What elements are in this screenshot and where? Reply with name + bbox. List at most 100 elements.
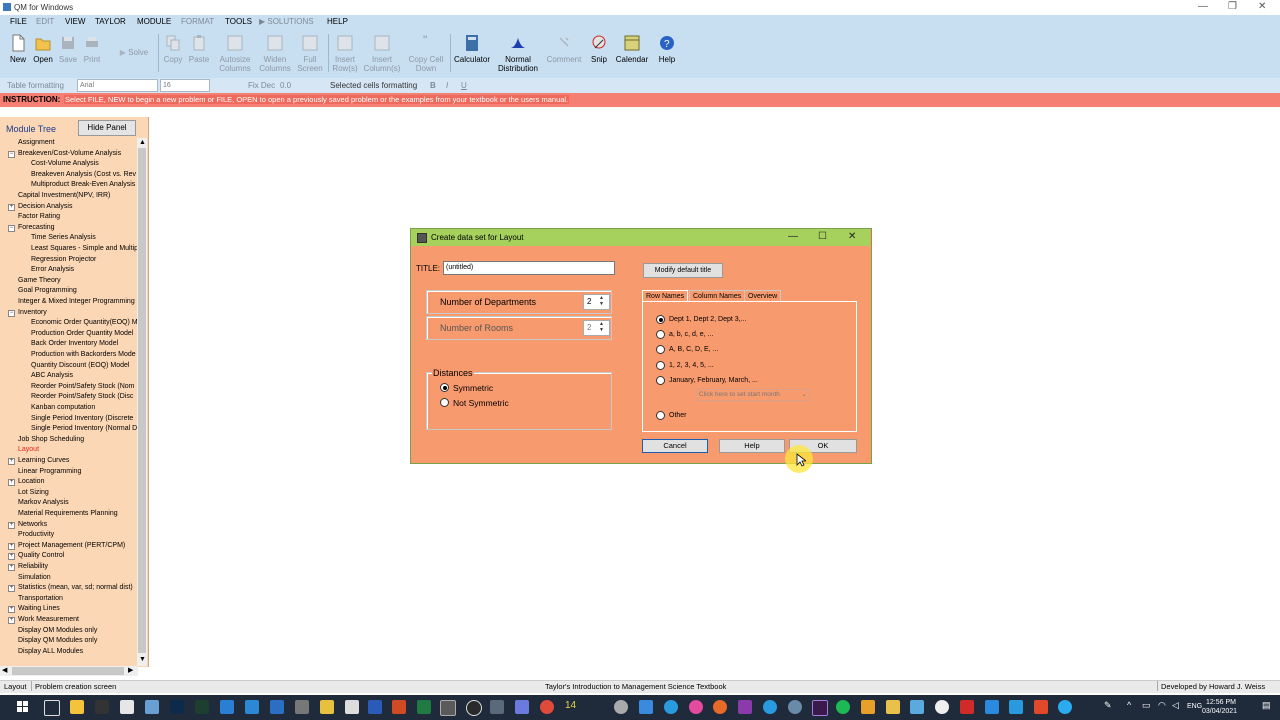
tree-item[interactable]: Regression Projector [31,255,137,265]
tree-item[interactable]: Transportation [18,594,137,604]
radio-not-symmetric[interactable] [440,398,449,407]
option-numbers-label[interactable]: 1, 2, 3, 4, 5, ... [669,362,714,369]
paste-button[interactable]: Paste [187,32,211,64]
copy-cell-down-button[interactable]: " Copy Cell Down [405,32,447,73]
menu-edit[interactable]: EDIT [36,17,54,26]
tree-item[interactable]: Goal Programming [18,286,137,296]
radio-other[interactable] [656,411,665,420]
radio-symmetric[interactable] [440,383,449,392]
app-icon[interactable] [515,700,529,714]
solve-button[interactable]: ▶ Solve [114,48,154,57]
calendar-button[interactable]: Calendar [614,32,650,64]
option-upper-letters-label[interactable]: A, B, C, D, E, ... [669,346,718,353]
app-icon[interactable] [763,700,777,714]
italic-icon[interactable]: I [446,81,448,90]
tree-item[interactable]: Lot Sizing [18,488,137,498]
tree-item[interactable]: Capital Investment(NPV, IRR) [18,191,137,201]
tree-item[interactable]: Location [18,477,137,487]
tree-item[interactable]: Project Management (PERT/CPM) [18,541,137,551]
notes-icon[interactable] [220,700,234,714]
tree-item[interactable]: Breakeven Analysis (Cost vs. Rev [31,170,137,180]
tree-item[interactable]: Work Measurement [18,615,137,625]
app-icon[interactable] [1009,700,1023,714]
option-months-label[interactable]: January, February, March, ... [669,377,758,384]
cancel-button[interactable]: Cancel [642,439,708,453]
dialog-help-button[interactable]: Help [719,439,785,453]
tree-item[interactable]: Breakeven/Cost-Volume Analysis [18,149,137,159]
autosize-columns-button[interactable]: Autosize Columns [216,32,254,73]
save-button[interactable]: Save [57,32,79,64]
qm-for-windows-icon[interactable] [440,700,456,716]
itunes-icon[interactable] [689,700,703,714]
spinner-arrows-icon[interactable]: ▲ ▼ [599,321,604,333]
menu-view[interactable]: VIEW [65,17,85,26]
dialog-close-icon[interactable]: ✕ [848,231,856,242]
excel-icon[interactable] [417,700,431,714]
powerpoint-icon[interactable] [392,700,406,714]
radio-months[interactable] [656,376,665,385]
nvidia-icon[interactable] [95,700,109,714]
menu-format[interactable]: FORMAT [181,17,214,26]
tree-item[interactable]: Display ALL Modules [18,647,137,657]
menu-solutions[interactable]: ▶ SOLUTIONS [259,17,314,26]
store-icon[interactable] [145,700,159,714]
app-icon[interactable] [738,700,752,714]
hide-panel-button[interactable]: Hide Panel [78,120,136,136]
departments-spinner[interactable]: 2 [583,294,610,310]
full-screen-button[interactable]: Full Screen [295,32,325,73]
collapse-icon[interactable]: − [8,151,15,158]
app-icon[interactable] [935,700,949,714]
tree-item[interactable]: Economic Order Quantity(EOQ) M [31,318,137,328]
tree-item[interactable]: Networks [18,520,137,530]
tree-item[interactable]: Markov Analysis [18,498,137,508]
menu-taylor[interactable]: TAYLOR [95,17,126,26]
calculator-button[interactable]: Calculator [452,32,492,64]
tree-item[interactable]: Quality Control [18,551,137,561]
volume-icon[interactable]: ◁ [1172,700,1179,711]
tree-item[interactable]: Material Requirements Planning [18,509,137,519]
rooms-spinner[interactable]: 2 [583,320,610,336]
tree-item[interactable]: Productivity [18,530,137,540]
tree-item[interactable]: Forecasting [18,223,137,233]
expand-icon[interactable]: + [8,553,15,560]
chevron-up-icon[interactable]: ^ [1127,700,1131,710]
dialog-minimize-icon[interactable]: — [788,231,798,242]
expand-icon[interactable]: + [8,522,15,529]
normal-distribution-button[interactable]: Normal Distribution [495,32,541,73]
edge-icon[interactable] [664,700,678,714]
print-button[interactable]: Print [81,32,103,64]
firefox-icon[interactable] [713,700,727,714]
radio-upper-letters[interactable] [656,345,665,354]
mail-icon[interactable] [120,700,134,714]
menu-file[interactable]: FILE [10,17,27,26]
app-icon[interactable] [985,700,999,714]
tree-item[interactable]: Single Period Inventory (Normal D [31,424,137,434]
tree-item[interactable]: Reorder Point/Safety Stock (Nom [31,382,137,392]
tree-item[interactable]: Inventory [18,308,137,318]
app-icon[interactable] [861,700,875,714]
tree-item[interactable]: Linear Programming [18,467,137,477]
title-input[interactable]: (untitled) [443,261,615,275]
tree-item[interactable]: Production Order Quantity Model [31,329,137,339]
scroll-left-icon[interactable]: ◀ [2,666,7,674]
tree-item[interactable]: Quantity Discount (EOQ) Model [31,361,137,371]
start-month-select[interactable]: Click here to set start month ⌄ [696,389,810,401]
wifi-icon[interactable]: ◠ [1158,700,1166,711]
copy-button[interactable]: Copy [162,32,184,64]
app-icon[interactable] [1034,700,1048,714]
insert-columns-button[interactable]: Insert Column(s) [362,32,402,73]
app-icon[interactable] [320,700,334,714]
tree-item[interactable]: Assignment [18,138,137,148]
tree-item[interactable]: Decision Analysis [18,202,137,212]
expand-icon[interactable]: + [8,564,15,571]
clock-time[interactable]: 12:56 PM [1206,699,1236,706]
tree-item[interactable]: Kanban computation [31,403,137,413]
vivaldi-icon[interactable] [960,700,974,714]
restore-icon[interactable]: ❐ [1228,1,1237,12]
tree-item[interactable]: Job Shop Scheduling [18,435,137,445]
fix-dec-label[interactable]: Fix Dec [248,81,275,90]
menu-tools[interactable]: TOOLS [225,17,252,26]
app-icon[interactable] [788,700,802,714]
chrome-icon[interactable] [540,700,554,714]
app-icon[interactable] [466,700,482,716]
